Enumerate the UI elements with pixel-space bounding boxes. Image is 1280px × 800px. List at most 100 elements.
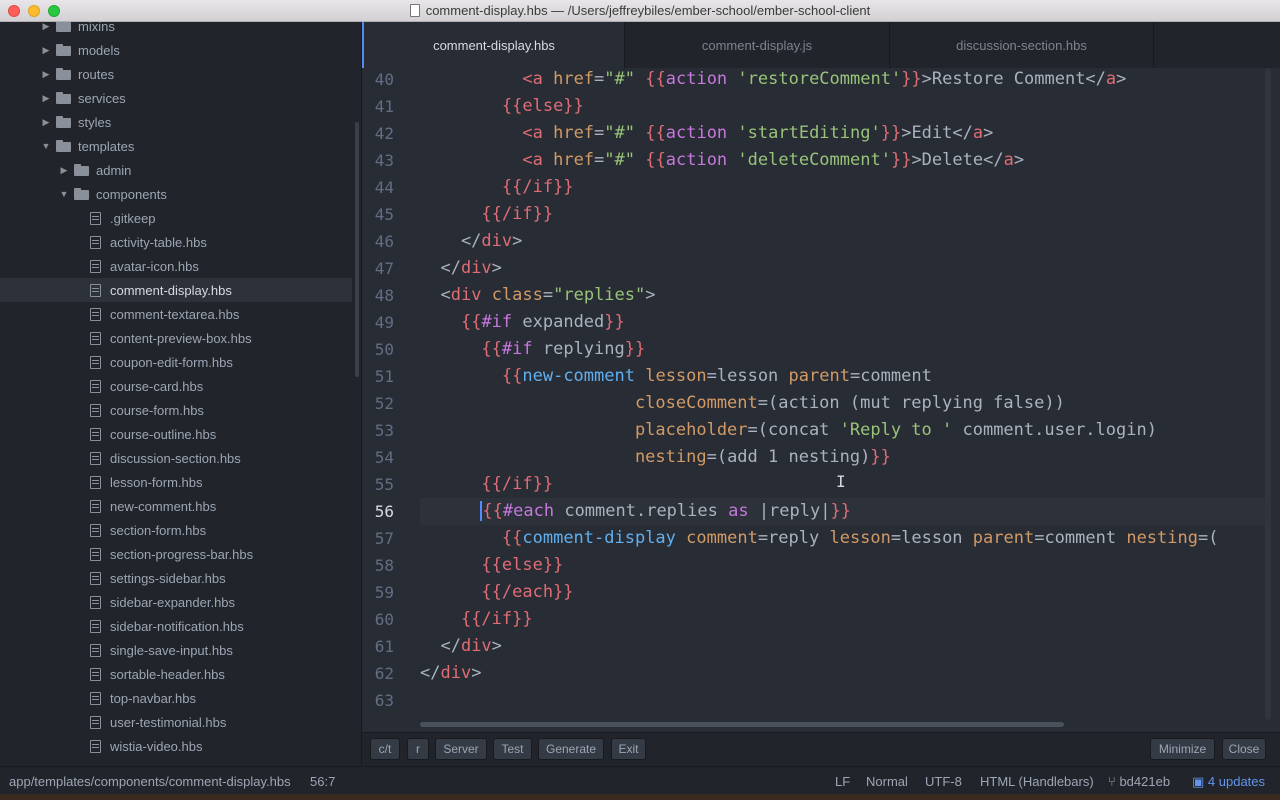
tree-folder[interactable]: ▶ mixins: [0, 22, 352, 38]
status-file-path[interactable]: app/templates/components/comment-display…: [9, 774, 291, 789]
file-icon: [90, 619, 101, 633]
code-line[interactable]: nesting=(add 1 nesting)}}: [420, 444, 1268, 471]
chevron-right-icon[interactable]: ▶: [40, 45, 52, 56]
code-token: {{: [460, 312, 482, 332]
editor-horizontal-scrollbar[interactable]: [420, 722, 1064, 727]
close-window-button[interactable]: [8, 5, 20, 17]
tree-folder[interactable]: ▼ components: [0, 182, 352, 206]
minimize-window-button[interactable]: [28, 5, 40, 17]
tree-folder[interactable]: ▶ models: [0, 38, 352, 62]
code-line[interactable]: </div>: [420, 228, 1268, 255]
tree-file[interactable]: comment-display.hbs: [0, 278, 352, 302]
tree-item-label: models: [78, 42, 120, 58]
chevron-right-icon[interactable]: ▶: [40, 117, 52, 128]
tree-folder[interactable]: ▶ routes: [0, 62, 352, 86]
tree-file[interactable]: section-progress-bar.hbs: [0, 542, 352, 566]
line-number: 41: [374, 97, 394, 116]
code-line[interactable]: {{comment-display comment=reply lesson=l…: [420, 525, 1268, 552]
tree-file[interactable]: settings-sidebar.hbs: [0, 566, 352, 590]
chevron-right-icon[interactable]: ▶: [40, 69, 52, 80]
tab-comment-display-hbs[interactable]: comment-display.hbs: [362, 22, 625, 68]
code-line[interactable]: {{else}}: [420, 552, 1268, 579]
chevron-right-icon[interactable]: ▶: [40, 22, 52, 32]
status-encoding[interactable]: UTF-8: [925, 774, 962, 789]
code-line[interactable]: {{else}}: [420, 93, 1268, 120]
tree-file[interactable]: single-save-input.hbs: [0, 638, 352, 662]
tree-file[interactable]: coupon-edit-form.hbs: [0, 350, 352, 374]
code-token: replying: [532, 339, 625, 359]
code-line[interactable]: <a href="#" {{action 'startEditing'}}>Ed…: [420, 120, 1268, 147]
chevron-down-icon[interactable]: ▼: [40, 141, 52, 151]
tree-scrollbar[interactable]: [355, 122, 359, 377]
tab-comment-display-js[interactable]: comment-display.js: [625, 22, 890, 68]
code-line[interactable]: placeholder=(concat 'Reply to ' comment.…: [420, 417, 1268, 444]
chevron-right-icon[interactable]: ▶: [40, 93, 52, 104]
code-line[interactable]: {{/if}}: [420, 174, 1268, 201]
code-editor[interactable]: </div> </div> {{/if}} {{/each}} {{else}}…: [362, 68, 1280, 732]
code-line[interactable]: <a href="#" {{action 'restoreComment'}}>…: [420, 68, 1268, 93]
tree-folder[interactable]: ▶ admin: [0, 158, 352, 182]
tree-file[interactable]: user-testimonial.hbs: [0, 710, 352, 734]
button-label: Generate: [545, 742, 597, 756]
tree-file[interactable]: avatar-icon.hbs: [0, 254, 352, 278]
code-line[interactable]: </div>: [420, 633, 1268, 660]
code-token: =comment: [1034, 528, 1127, 548]
generate-button[interactable]: Generate: [538, 738, 604, 760]
code-line[interactable]: {{/if}}: [420, 606, 1268, 633]
tree-file[interactable]: section-form.hbs: [0, 518, 352, 542]
code-line[interactable]: closeComment=(action (mut replying false…: [420, 390, 1268, 417]
code-line[interactable]: {{#if replying}}: [420, 336, 1268, 363]
code-line[interactable]: {{/if}}: [420, 201, 1268, 228]
code-token: }}: [624, 339, 646, 359]
button-label: Exit: [618, 742, 639, 756]
tree-file[interactable]: course-form.hbs: [0, 398, 352, 422]
status-mode[interactable]: Normal: [866, 774, 908, 789]
code-line[interactable]: {{#each comment.replies as |reply|}}: [420, 498, 1268, 525]
close-button[interactable]: Close: [1222, 738, 1266, 760]
tab-discussion-section-hbs[interactable]: discussion-section.hbs: [890, 22, 1154, 68]
code-line[interactable]: {{#if expanded}}: [420, 309, 1268, 336]
status-line-ending[interactable]: LF: [835, 774, 850, 789]
code-line[interactable]: {{/each}}: [420, 579, 1268, 606]
minimize-button[interactable]: Minimize: [1150, 738, 1215, 760]
tree-file[interactable]: content-preview-box.hbs: [0, 326, 352, 350]
status-git-branch[interactable]: ⑂ bd421eb: [1108, 774, 1170, 789]
tree-file[interactable]: sortable-header.hbs: [0, 662, 352, 686]
code-line[interactable]: <a href="#" {{action 'deleteComment'}}>D…: [420, 147, 1268, 174]
code-token: }}: [880, 123, 902, 143]
tree-file[interactable]: comment-textarea.hbs: [0, 302, 352, 326]
tree-file[interactable]: course-card.hbs: [0, 374, 352, 398]
tree-file[interactable]: new-comment.hbs: [0, 494, 352, 518]
chevron-down-icon[interactable]: ▼: [58, 189, 70, 199]
editor-vertical-scrollbar[interactable]: [1265, 68, 1271, 720]
exit-button[interactable]: Exit: [611, 738, 646, 760]
r-button[interactable]: r: [407, 738, 429, 760]
status-updates[interactable]: ▣ 4 updates: [1192, 774, 1265, 790]
tree-folder[interactable]: ▼ templates: [0, 134, 352, 158]
tree-file[interactable]: sidebar-expander.hbs: [0, 590, 352, 614]
code-line[interactable]: [420, 687, 1268, 714]
code-line[interactable]: </div>: [420, 660, 1268, 687]
tree-file[interactable]: top-navbar.hbs: [0, 686, 352, 710]
code-line[interactable]: </div>: [420, 255, 1268, 282]
code-line[interactable]: {{new-comment lesson=lesson parent=comme…: [420, 363, 1268, 390]
tree-file[interactable]: sidebar-notification.hbs: [0, 614, 352, 638]
server-button[interactable]: Server: [435, 738, 487, 760]
status-cursor-position[interactable]: 56:7: [310, 774, 335, 789]
ct-button[interactable]: c/t: [370, 738, 400, 760]
zoom-window-button[interactable]: [48, 5, 60, 17]
tree-file[interactable]: course-outline.hbs: [0, 422, 352, 446]
tree-file[interactable]: lesson-form.hbs: [0, 470, 352, 494]
tree-folder[interactable]: ▶ styles: [0, 110, 352, 134]
tree-folder[interactable]: ▶ services: [0, 86, 352, 110]
chevron-right-icon[interactable]: ▶: [58, 165, 70, 176]
tree-file[interactable]: .gitkeep: [0, 206, 352, 230]
file-icon: [90, 499, 101, 513]
test-button[interactable]: Test: [493, 738, 532, 760]
tree-file[interactable]: discussion-section.hbs: [0, 446, 352, 470]
tree-file[interactable]: activity-table.hbs: [0, 230, 352, 254]
code-token: <a: [522, 123, 543, 143]
status-grammar[interactable]: HTML (Handlebars): [980, 774, 1094, 789]
tree-file[interactable]: wistia-video.hbs: [0, 734, 352, 758]
code-line[interactable]: <div class="replies">: [420, 282, 1268, 309]
